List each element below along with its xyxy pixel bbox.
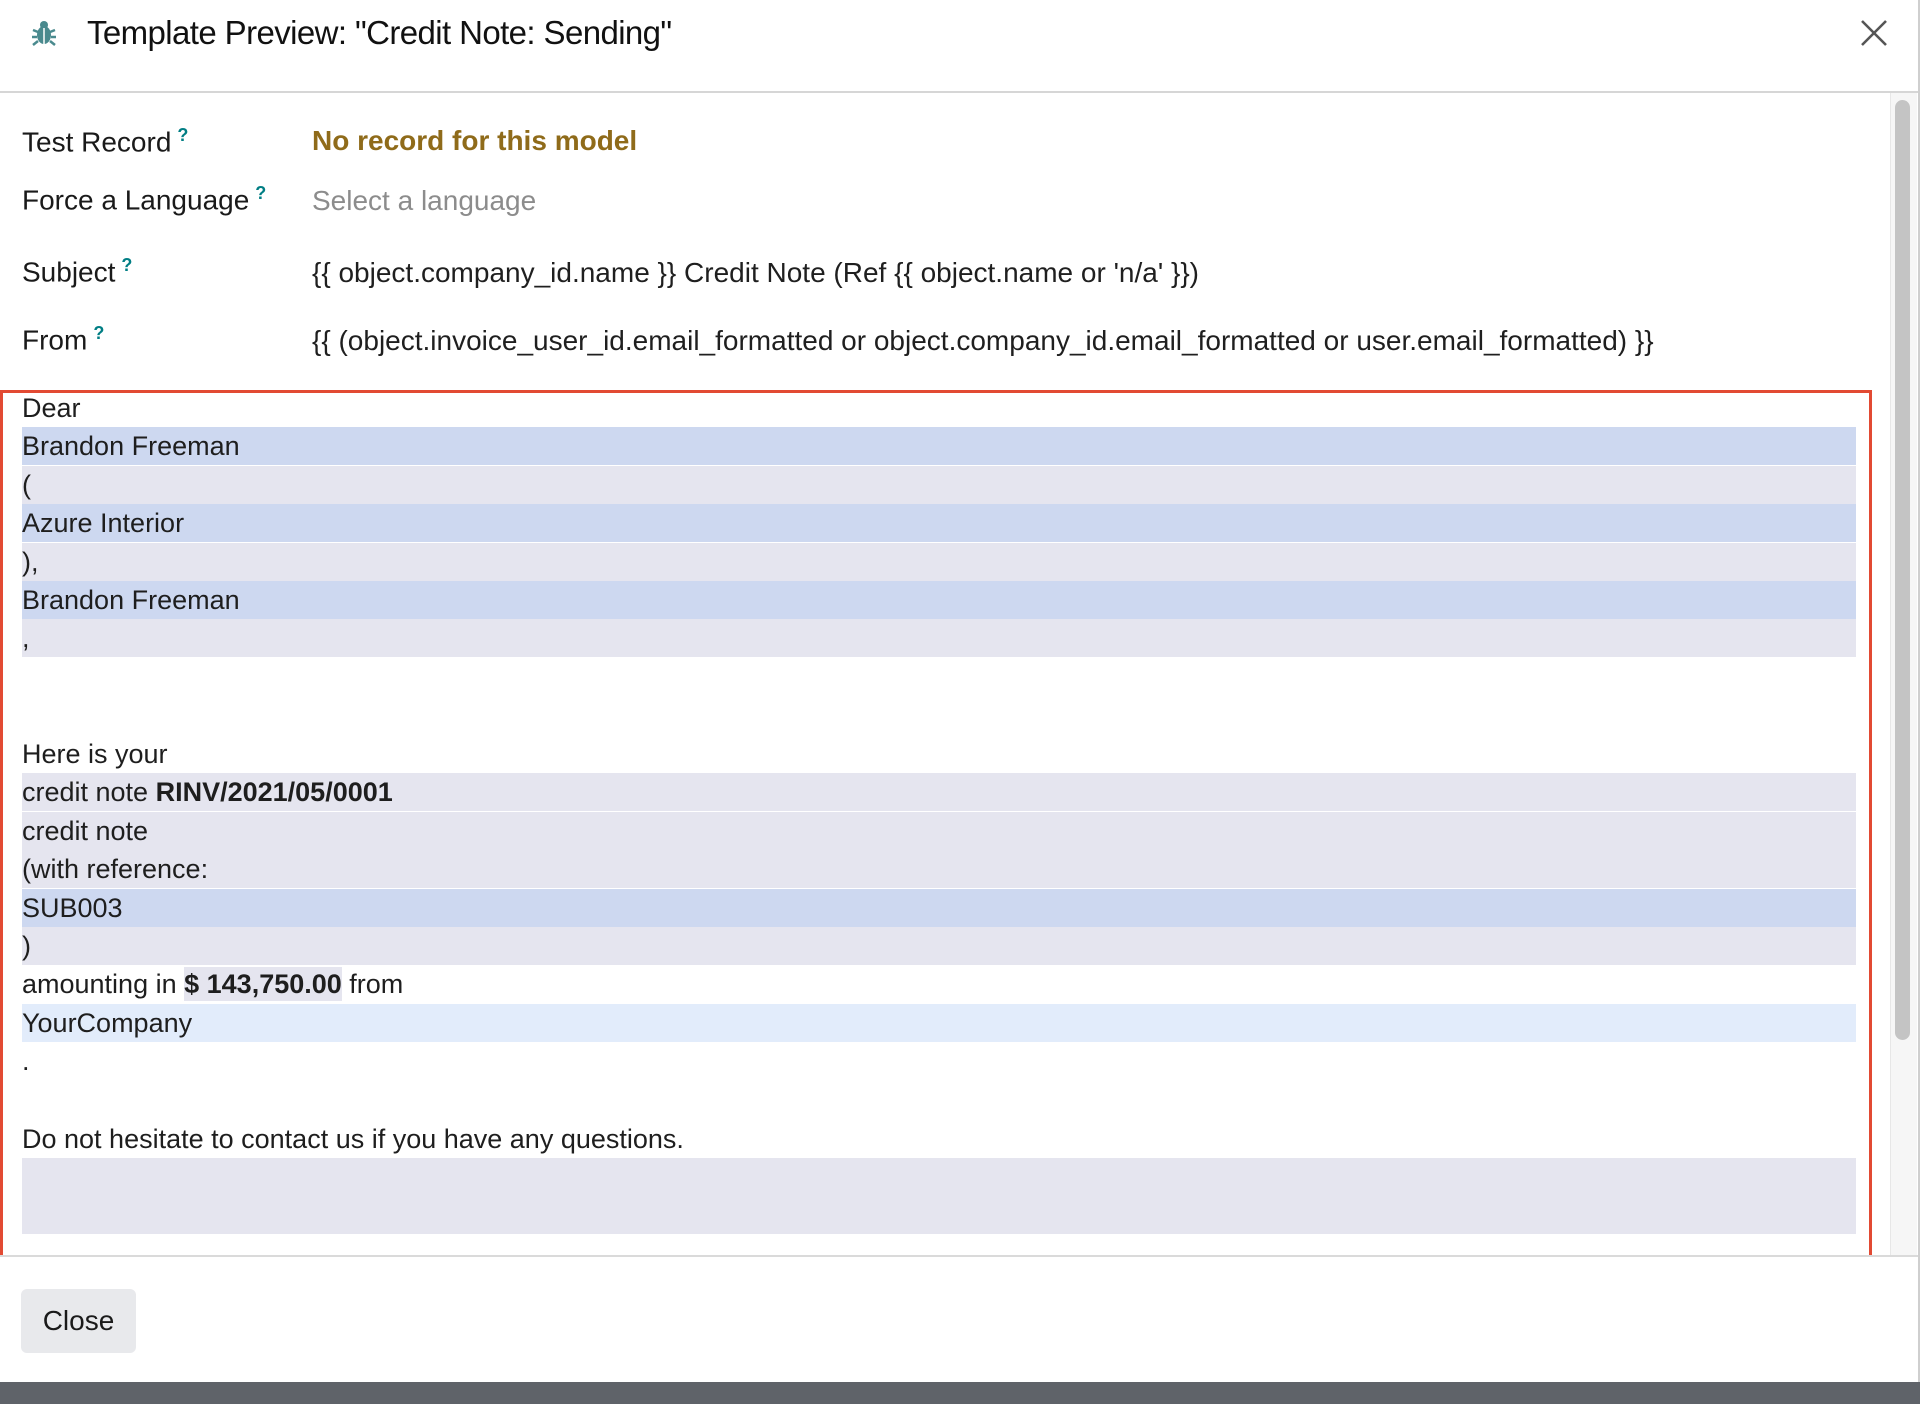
preview-signature-block: [22, 1158, 1856, 1234]
bug-icon: [32, 21, 56, 46]
preview-credit-note-2: credit note: [22, 812, 1856, 850]
preview-partner-name: Brandon Freeman: [22, 427, 1856, 465]
template-preview-dialog: Template Preview: "Credit Note: Sending"…: [0, 0, 1920, 1384]
subject-value: {{ object.company_id.name }} Credit Note…: [312, 257, 1200, 288]
amounting-in-text: amounting in: [22, 969, 177, 999]
credit-note-number: RINV/2021/05/0001: [155, 777, 393, 807]
close-icon[interactable]: [1854, 13, 1894, 53]
preview-dear: Dear: [22, 393, 81, 423]
preview-open-paren: (: [22, 466, 1856, 504]
preview-here-is-your: Here is your: [22, 739, 168, 769]
preview-amount-line: amounting in $ 143,750.00 from: [22, 965, 1856, 1003]
scrollbar-thumb[interactable]: [1895, 100, 1910, 1040]
from-word: from: [349, 969, 404, 999]
preview-reference: SUB003: [22, 889, 1856, 927]
help-icon[interactable]: ?: [177, 125, 188, 145]
language-select[interactable]: Select a language: [312, 185, 536, 217]
preview-close-paren: ): [22, 927, 1856, 965]
amount-value: $ 143,750.00: [184, 967, 342, 1001]
dialog-footer: Close: [0, 1255, 1918, 1384]
preview-with-reference: (with reference:: [22, 850, 1856, 888]
from-label: From?: [22, 323, 104, 356]
dialog-title: Template Preview: "Credit Note: Sending": [87, 14, 672, 51]
force-language-label: Force a Language?: [22, 183, 266, 216]
preview-your-company: YourCompany: [22, 1004, 1856, 1042]
help-icon[interactable]: ?: [93, 323, 104, 343]
preview-partner-name-2: Brandon Freeman: [22, 581, 1856, 619]
preview-credit-note-line: credit note RINV/2021/05/0001: [22, 773, 1856, 811]
from-value: {{ (object.invoice_user_id.email_formatt…: [312, 325, 1654, 356]
preview-close-paren-comma: ),: [22, 543, 1856, 581]
background-overlay: [0, 1382, 1920, 1404]
subject-label-text: Subject: [22, 256, 116, 288]
preview-period: .: [22, 1046, 30, 1076]
from-label-text: From: [22, 324, 88, 356]
dialog-body: Test Record? No record for this model Fo…: [0, 93, 1890, 1255]
help-icon[interactable]: ?: [255, 183, 266, 203]
preview-closing-line: Do not hesitate to contact us if you hav…: [22, 1124, 684, 1154]
subject-label: Subject?: [22, 255, 132, 288]
test-record-value: No record for this model: [312, 125, 638, 156]
preview-comma: ,: [22, 619, 1856, 657]
test-record-label-text: Test Record: [22, 126, 172, 158]
help-icon[interactable]: ?: [121, 255, 132, 275]
credit-note-prefix: credit note: [22, 777, 149, 807]
force-language-label-text: Force a Language: [22, 184, 250, 216]
test-record-label: Test Record?: [22, 125, 188, 158]
preview-company-name: Azure Interior: [22, 504, 1856, 542]
close-button[interactable]: Close: [21, 1289, 136, 1353]
dialog-header: Template Preview: "Credit Note: Sending": [0, 0, 1918, 93]
